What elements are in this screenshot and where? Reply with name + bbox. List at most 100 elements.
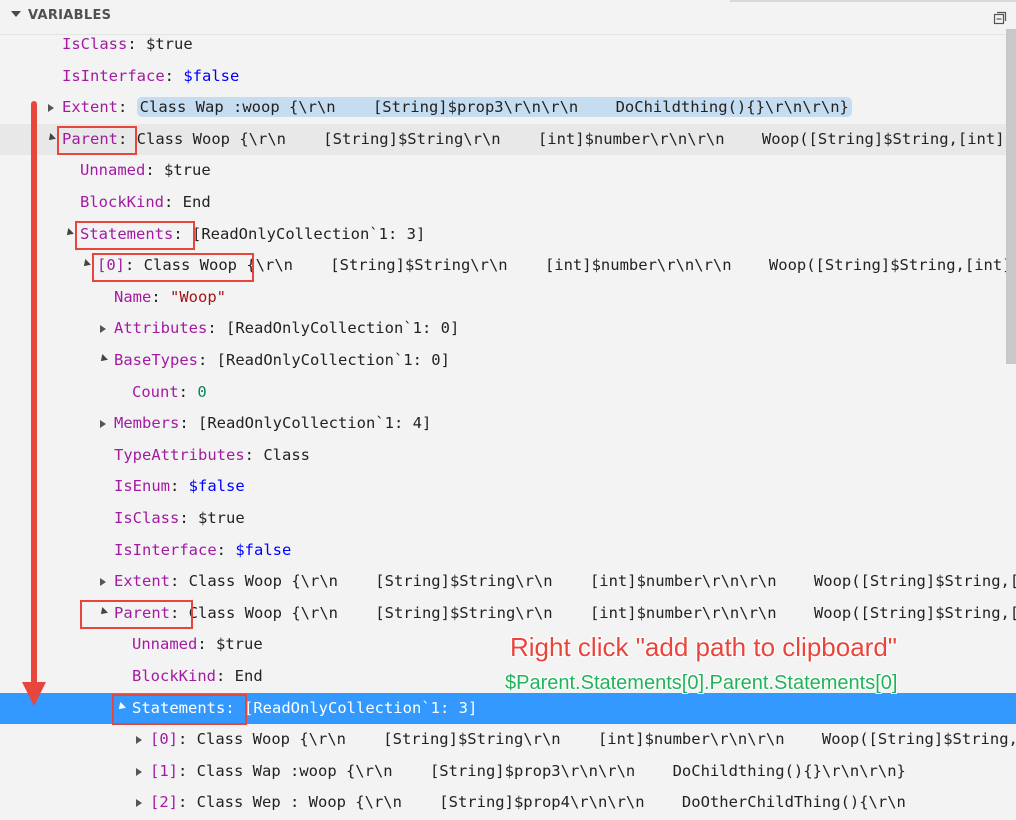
variable-name: [0] (150, 730, 178, 749)
red-arrow-head (22, 682, 46, 706)
scrollbar[interactable] (1004, 29, 1016, 820)
variable-value: Class Woop {\r\n [String]$String\r\n [in… (188, 572, 1016, 591)
variable-value: [ReadOnlyCollection`1: 0] (216, 351, 450, 369)
variable-value: $true (146, 35, 193, 53)
twistie-expanded-icon[interactable] (116, 701, 126, 712)
variable-value: $false (235, 540, 292, 559)
chevron-down-icon[interactable] (11, 11, 21, 17)
separator: : (164, 193, 183, 211)
separator: : (170, 572, 189, 591)
twistie-expanded-icon[interactable] (81, 259, 91, 270)
variable-name: IsInterface (62, 66, 165, 85)
tree-row[interactable]: [1]: Class Wap :woop {\r\n [String]$prop… (0, 756, 1016, 787)
variable-name: IsInterface (114, 540, 217, 559)
tree-row[interactable]: IsClass: $true (0, 29, 1016, 60)
variable-value: $true (164, 161, 211, 180)
tree-row[interactable]: Members: [ReadOnlyCollection`1: 4] (0, 408, 1016, 439)
twistie-collapsed-icon[interactable] (136, 767, 142, 776)
twistie-collapsed-icon[interactable] (100, 578, 106, 587)
row-text: [1]: Class Wap :woop {\r\n [String]$prop… (150, 762, 906, 780)
twistie-expanded-icon[interactable] (46, 132, 56, 143)
separator: : (170, 477, 189, 496)
row-text: Unnamed: $true (80, 161, 211, 179)
variable-value: Class Wep : Woop {\r\n [String]$prop4\r\… (196, 793, 934, 812)
separator: : (216, 540, 236, 559)
separator: : (164, 66, 184, 85)
variable-value: End (182, 193, 211, 211)
variable-value: Class Woop {\r\n [String]$String\r\n [in… (188, 603, 1016, 622)
variable-name: IsEnum (114, 477, 170, 496)
row-text: Parent: Class Woop {\r\n [String]$String… (62, 130, 1016, 148)
row-text: Parent: Class Woop {\r\n [String]$String… (114, 604, 1016, 622)
separator: : (179, 414, 198, 433)
variable-value: $true (198, 509, 245, 527)
row-text: BaseTypes: [ReadOnlyCollection`1: 0] (114, 351, 450, 369)
row-text: Attributes: [ReadOnlyCollection`1: 0] (114, 319, 459, 337)
tree-row[interactable]: BlockKind: End (0, 187, 1016, 218)
variables-tree: IsClass: $true IsInterface: $false Extent:… (0, 29, 1016, 820)
variable-name: [2] (150, 793, 178, 812)
separator: : (178, 793, 197, 812)
variable-name: Attributes (114, 319, 208, 338)
separator: : (178, 730, 197, 749)
variable-value: Class Wap :woop {\r\n [String]$prop3\r\n… (136, 97, 852, 118)
separator: : (198, 351, 217, 369)
scrollbar-thumb[interactable] (1006, 29, 1016, 364)
row-text: BlockKind: End (80, 193, 211, 211)
variable-name: TypeAttributes (114, 445, 245, 464)
row-text: Unnamed: $true (132, 635, 263, 653)
row-text: [0]: Class Woop {\r\n [String]$String\r\… (97, 256, 1016, 274)
separator: : (173, 224, 192, 243)
collapse-all-icon[interactable] (992, 9, 1008, 25)
twistie-collapsed-icon[interactable] (100, 325, 106, 334)
tree-row[interactable]: Statements: [ReadOnlyCollection`1: 3] (0, 692, 1016, 724)
separator: : (118, 129, 137, 148)
tree-row[interactable]: [2]: Class Wep : Woop {\r\n [String]$pro… (0, 787, 1016, 818)
variable-name: Unnamed (80, 161, 146, 180)
tree-row[interactable]: BaseTypes: [ReadOnlyCollection`1: 0] (0, 345, 1016, 376)
tree-row[interactable]: IsClass: $true (0, 503, 1016, 534)
variable-value: Class Woop {\r\n [String]$String\r\n [in… (143, 256, 1016, 275)
twistie-collapsed-icon[interactable] (48, 104, 54, 113)
twistie-collapsed-icon[interactable] (100, 420, 106, 429)
row-text: IsClass: $true (114, 509, 245, 527)
row-text: IsInterface: $false (62, 67, 239, 85)
twistie-expanded-icon[interactable] (98, 606, 108, 617)
variable-name: IsClass (114, 509, 180, 527)
separator: : (125, 256, 144, 275)
tree-row[interactable]: Extent: Class Wap :woop {\r\n [String]$p… (0, 92, 1016, 123)
variable-value: Class Wap :woop {\r\n [String]$prop3\r\n… (196, 761, 906, 780)
tree-row[interactable]: Statements: [ReadOnlyCollection`1: 3] (0, 219, 1016, 250)
variable-value: [ReadOnlyCollection`1: 4] (198, 414, 432, 433)
separator: : (151, 287, 170, 306)
tree-row[interactable]: Attributes: [ReadOnlyCollection`1: 0] (0, 313, 1016, 344)
tree-row[interactable]: Name: "Woop" (0, 282, 1016, 313)
tree-row[interactable]: [0]: Class Woop {\r\n [String]$String\r\… (0, 250, 1016, 281)
variable-name: BaseTypes (114, 351, 198, 369)
separator: : (170, 603, 189, 622)
separator: : (216, 667, 235, 685)
tree-row[interactable]: Unnamed: $true (0, 155, 1016, 186)
variable-name: [0] (97, 256, 125, 275)
separator: : (207, 319, 226, 338)
twistie-collapsed-icon[interactable] (136, 736, 142, 745)
tree-row[interactable]: [0]: Class Woop {\r\n [String]$String\r\… (0, 724, 1016, 755)
tree-row[interactable]: Count: 0 (0, 377, 1016, 408)
row-text: IsEnum: $false (114, 477, 245, 495)
tree-row[interactable]: IsInterface: $false (0, 61, 1016, 92)
twistie-expanded-icon[interactable] (64, 227, 74, 238)
row-text: Statements: [ReadOnlyCollection`1: 3] (132, 699, 477, 717)
variable-value: Class (263, 445, 310, 464)
row-text: Statements: [ReadOnlyCollection`1: 3] (80, 225, 425, 243)
separator: : (178, 761, 197, 780)
tree-row[interactable]: IsInterface: $false (0, 535, 1016, 566)
tree-row[interactable]: IsEnum: $false (0, 471, 1016, 502)
twistie-expanded-icon[interactable] (98, 354, 108, 364)
tree-row[interactable]: Extent: Class Woop {\r\n [String]$String… (0, 566, 1016, 597)
row-text: Extent: Class Woop {\r\n [String]$String… (114, 572, 1016, 590)
tree-row[interactable]: Parent: Class Woop {\r\n [String]$String… (0, 123, 1016, 155)
tree-row[interactable]: TypeAttributes: Class (0, 440, 1016, 471)
twistie-collapsed-icon[interactable] (136, 799, 142, 808)
tree-row[interactable]: Parent: Class Woop {\r\n [String]$String… (0, 598, 1016, 629)
separator: : (179, 509, 198, 527)
